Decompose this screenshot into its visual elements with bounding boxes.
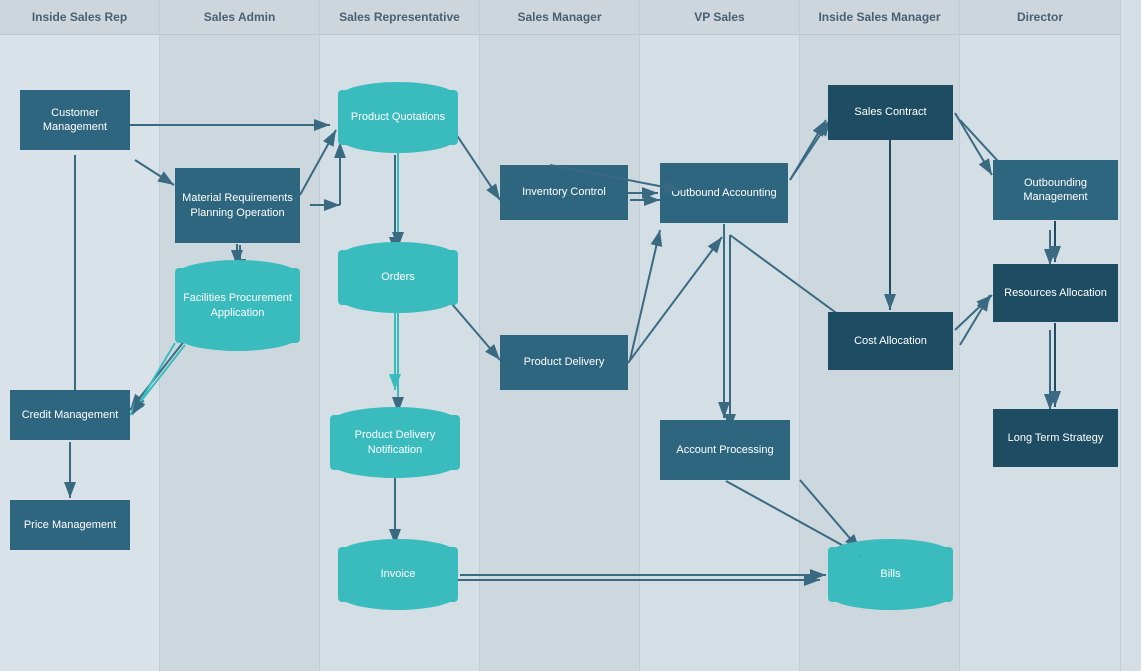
- credit-management-box[interactable]: Credit Management: [10, 390, 130, 440]
- diagram-container: Inside Sales Rep Sales Admin Sales Repre…: [0, 0, 1141, 671]
- lane-header-1: Inside Sales Rep: [0, 0, 159, 35]
- lane-director: Director: [960, 0, 1121, 671]
- lane-header-4: Sales Manager: [480, 0, 639, 35]
- lane-header-5: VP Sales: [640, 0, 799, 35]
- orders-box[interactable]: Orders: [338, 250, 458, 305]
- long-term-strategy-box[interactable]: Long Term Strategy: [993, 409, 1118, 467]
- facilities-box[interactable]: Facilities Procurement Application: [175, 268, 300, 343]
- outbounding-management-box[interactable]: Outbounding Management: [993, 160, 1118, 220]
- price-management-box[interactable]: Price Management: [10, 500, 130, 550]
- lane-header-2: Sales Admin: [160, 0, 319, 35]
- bills-box[interactable]: Bills: [828, 547, 953, 602]
- lane-header-6: Inside Sales Manager: [800, 0, 959, 35]
- sales-contract-box[interactable]: Sales Contract: [828, 85, 953, 140]
- resources-allocation-box[interactable]: Resources Allocation: [993, 264, 1118, 322]
- lane-header-3: Sales Representative: [320, 0, 479, 35]
- product-delivery-notification-box[interactable]: Product Delivery Notification: [330, 415, 460, 470]
- lane-header-7: Director: [960, 0, 1120, 35]
- customer-management-box[interactable]: Customer Management: [20, 90, 130, 150]
- outbound-accounting-box[interactable]: Outbound Accounting: [660, 163, 788, 223]
- product-delivery-box[interactable]: Product Delivery: [500, 335, 628, 390]
- lane-vp-sales: VP Sales: [640, 0, 800, 671]
- material-req-box[interactable]: Material Requirements Planning Operation: [175, 168, 300, 243]
- account-processing-box[interactable]: Account Processing: [660, 420, 790, 480]
- invoice-box[interactable]: Invoice: [338, 547, 458, 602]
- product-quotations-box[interactable]: Product Quotations: [338, 90, 458, 145]
- cost-allocation-box[interactable]: Cost Allocation: [828, 312, 953, 370]
- inventory-control-box[interactable]: Inventory Control: [500, 165, 628, 220]
